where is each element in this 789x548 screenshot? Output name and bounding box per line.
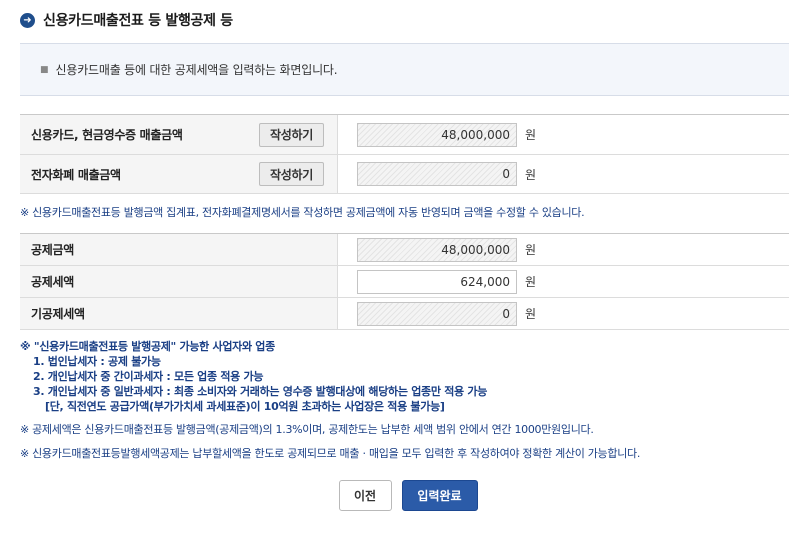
deduction-row-previous: 기공제세액 0 원	[20, 298, 789, 330]
row-label-cell: 공제세액	[20, 266, 338, 297]
deduction-tax-input[interactable]: 624,000	[357, 269, 517, 294]
prev-button[interactable]: 이전	[338, 480, 392, 511]
deduction-row-tax: 공제세액 624,000 원	[20, 266, 789, 298]
page-header: ➜ 신용카드매출전표 등 발행공제 등	[20, 9, 233, 31]
emoney-sales-write-button[interactable]: 작성하기	[259, 162, 324, 186]
unit-label: 원	[525, 307, 537, 321]
info-box: ■ 신용카드매출 등에 대한 공제세액을 입력하는 화면입니다.	[20, 43, 789, 96]
unit-label: 원	[525, 128, 537, 142]
card-sales-label: 신용카드, 현금영수증 매출금액	[31, 128, 183, 142]
page-title: 신용카드매출전표 등 발행공제 등	[43, 13, 233, 29]
row-label-cell: 전자화폐 매출금액 작성하기	[20, 155, 338, 193]
note-auto-reflect: ※ 신용카드매출전표등 발행금액 집계표, 전자화폐결제명세서를 작성하면 공제…	[20, 206, 585, 219]
note-eligible-item: 2. 개인납세자 중 간이과세자 : 모든 업종 적용 가능	[33, 370, 264, 383]
previous-deduction-label: 기공제세액	[31, 307, 85, 321]
sales-row-emoney: 전자화폐 매출금액 작성하기 0 원	[20, 155, 789, 194]
emoney-sales-amount: 0	[357, 162, 517, 186]
unit-label: 원	[525, 275, 537, 289]
previous-deduction-value: 0	[357, 301, 517, 326]
unit-label: 원	[525, 243, 537, 257]
deduction-row-amount: 공제금액 48,000,000 원	[20, 234, 789, 266]
arrow-right-circle-icon: ➜	[20, 12, 35, 28]
row-value-cell: 624,000 원	[338, 269, 537, 294]
sales-row-card: 신용카드, 현금영수증 매출금액 작성하기 48,000,000 원	[20, 115, 789, 155]
emoney-sales-label: 전자화폐 매출금액	[31, 167, 121, 182]
deduction-amount-label: 공제금액	[31, 243, 74, 257]
deduction-table: 공제금액 48,000,000 원 공제세액 624,000 원 기공제세액 0…	[20, 233, 789, 330]
row-label-cell: 신용카드, 현금영수증 매출금액 작성하기	[20, 115, 338, 154]
note-eligible-item: 3. 개인납세자 중 일반과세자 : 최종 소비자와 거래하는 영수증 발행대상…	[33, 385, 488, 398]
sales-table: 신용카드, 현금영수증 매출금액 작성하기 48,000,000 원 전자화폐 …	[20, 114, 789, 194]
row-value-cell: 0 원	[338, 162, 536, 186]
deduction-amount-value: 48,000,000	[357, 237, 517, 262]
row-label-cell: 공제금액	[20, 234, 338, 265]
unit-label: 원	[525, 167, 537, 182]
submit-button[interactable]: 입력완료	[401, 480, 478, 511]
info-text: 신용카드매출 등에 대한 공제세액을 입력하는 화면입니다.	[55, 63, 338, 77]
bullet-icon: ■	[40, 64, 49, 75]
row-value-cell: 48,000,000 원	[338, 122, 537, 147]
note-rate-limit: ※ 공제세액은 신용카드매출전표등 발행금액(공제금액)의 1.3%이며, 공제…	[20, 423, 594, 436]
note-eligible-item: 1. 법인납세자 : 공제 불가능	[33, 355, 161, 368]
deduction-tax-label: 공제세액	[31, 275, 74, 289]
note-eligible-item: [단, 직전연도 공급가액(부가가치세 과세표준)이 10억원 초과하는 사업장…	[45, 400, 445, 413]
row-value-cell: 0 원	[338, 301, 537, 326]
note-input-order: ※ 신용카드매출전표등발행세액공제는 납부할세액을 한도로 공제되므로 매출ㆍ매…	[20, 447, 641, 460]
row-value-cell: 48,000,000 원	[338, 237, 537, 262]
row-label-cell: 기공제세액	[20, 298, 338, 329]
card-sales-write-button[interactable]: 작성하기	[259, 122, 324, 147]
card-sales-amount: 48,000,000	[357, 122, 517, 147]
note-eligible-title: ※ "신용카드매출전표등 발행공제" 가능한 사업자와 업종	[20, 340, 275, 353]
action-buttons: 이전 입력완료	[0, 480, 789, 511]
